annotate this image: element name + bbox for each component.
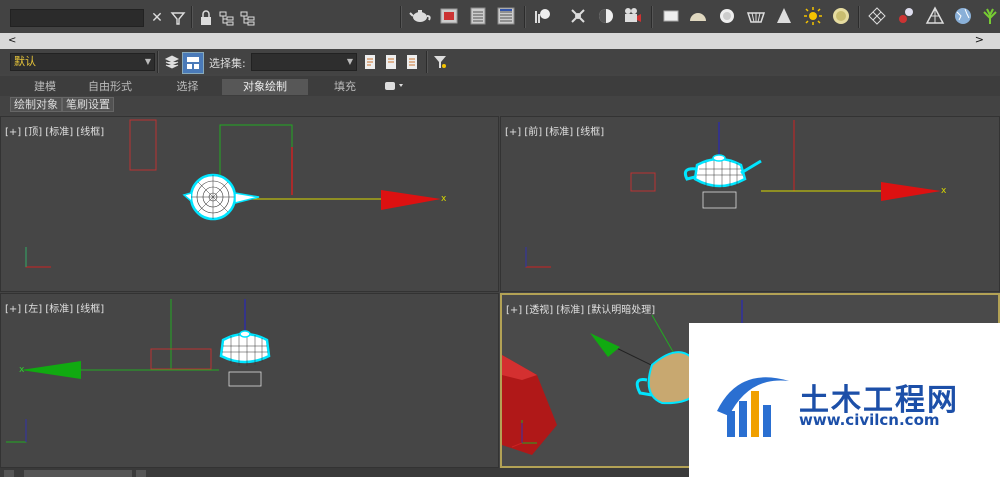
ribbon-options-icon[interactable] xyxy=(380,79,410,95)
viewport-top[interactable]: x [+] [顶] [标准] [线框] xyxy=(0,116,499,292)
tab-freeform[interactable]: 自由形式 xyxy=(80,79,140,95)
basket-icon[interactable] xyxy=(745,6,767,26)
scene-search-input[interactable] xyxy=(10,9,144,27)
layer-manager-icon[interactable] xyxy=(182,52,204,74)
axis-x-label: x xyxy=(441,194,447,204)
sphere-icon[interactable] xyxy=(716,6,738,26)
create-selection-set-icon[interactable] xyxy=(381,52,401,72)
layer-dropdown[interactable]: 默认 ▼ xyxy=(10,53,155,71)
cone-icon[interactable] xyxy=(773,6,795,26)
hierarchy2-icon[interactable] xyxy=(238,8,258,28)
scroll-right-arrow[interactable]: > xyxy=(975,33,984,46)
axis-x-label: x xyxy=(941,186,947,196)
viewport-top-canvas: x xyxy=(25,119,447,268)
toolbar-separator xyxy=(400,6,402,28)
toolbar-separator xyxy=(191,6,193,28)
half-moon-icon[interactable] xyxy=(594,6,616,26)
viewport-left-label[interactable]: [+] [左] [标准] [线框] xyxy=(5,300,104,315)
ribbon-panel-bar: 绘制对象 笔刷设置 xyxy=(0,96,1000,114)
toolbar-separator xyxy=(157,51,159,73)
watermark-logo: 土木工程网 www.civilcn.com xyxy=(689,323,1000,477)
tab-modeling[interactable]: 建模 xyxy=(20,79,70,95)
hierarchy-icon[interactable] xyxy=(217,8,237,28)
panel-brush-settings[interactable]: 笔刷设置 xyxy=(62,97,114,112)
viewport-front-label[interactable]: [+] [前] [标准] [线框] xyxy=(505,123,604,138)
viewport-top-label[interactable]: [+] [顶] [标准] [线框] xyxy=(5,123,104,138)
fx-icon[interactable] xyxy=(567,6,589,26)
layers-icon[interactable] xyxy=(162,52,182,72)
filter-icon[interactable] xyxy=(168,8,188,28)
viewport-left-canvas: x xyxy=(6,299,271,443)
sun-icon[interactable] xyxy=(802,6,824,26)
grid-icon[interactable] xyxy=(866,6,888,26)
render-setup-icon[interactable] xyxy=(467,6,489,26)
panel-paint-objects[interactable]: 绘制对象 xyxy=(10,97,62,112)
toolbar-separator xyxy=(858,6,860,28)
selection-set-dropdown[interactable]: ▼ xyxy=(251,53,357,71)
disk-icon[interactable] xyxy=(830,6,852,26)
globe-icon[interactable] xyxy=(952,6,974,26)
compass-icon[interactable] xyxy=(924,6,946,26)
edit-named-selection-icon[interactable] xyxy=(360,52,380,72)
plane-icon[interactable] xyxy=(660,6,682,26)
layer-toolbar: 默认 ▼ 选择集: ▼ xyxy=(0,50,1000,74)
selection-set-label: 选择集: xyxy=(209,57,246,70)
toolbar-separator xyxy=(426,51,428,73)
navigation-bar: < > xyxy=(0,33,1000,49)
lock-icon[interactable] xyxy=(196,8,216,28)
main-toolbar: ✕ xyxy=(0,0,1000,34)
status-toggle-button[interactable] xyxy=(4,470,14,477)
chevron-down-icon: ▼ xyxy=(346,57,353,66)
teapot-render-icon[interactable] xyxy=(409,6,433,26)
dome-icon[interactable] xyxy=(687,6,709,26)
camera-icon[interactable] xyxy=(622,6,644,26)
watermark-logo-mark xyxy=(717,377,789,437)
watermark-url: www.civilcn.com xyxy=(799,411,940,429)
selection-set-list-icon[interactable] xyxy=(402,52,422,72)
render-frame-icon[interactable] xyxy=(438,6,460,26)
viewport-left[interactable]: x [+] [左] [标准] [线框] xyxy=(0,293,499,468)
tab-selection[interactable]: 选择 xyxy=(165,79,210,95)
molecule-icon[interactable] xyxy=(895,6,917,26)
ribbon-tab-bar: 建模 自由形式 选择 对象绘制 填充 xyxy=(0,76,1000,96)
axis-x-label: x xyxy=(19,365,25,375)
close-icon[interactable]: ✕ xyxy=(147,8,167,28)
render-setup2-icon[interactable] xyxy=(495,6,517,26)
selection-filter-icon[interactable] xyxy=(430,52,450,72)
toolbar-separator xyxy=(524,6,526,28)
scroll-left-arrow[interactable]: < xyxy=(8,35,16,46)
viewport-front-canvas: x xyxy=(525,120,947,268)
chevron-down-icon: ▼ xyxy=(144,57,151,66)
time-slider-next-button[interactable] xyxy=(136,470,146,477)
tab-populate[interactable]: 填充 xyxy=(320,79,370,95)
viewport-front[interactable]: x [+] [前] [标准] [线框] xyxy=(500,116,1000,292)
viewport-perspective-label[interactable]: [+] [透视] [标准] [默认明暗处理] xyxy=(506,301,655,316)
layer-dropdown-value: 默认 xyxy=(14,55,36,68)
plant-icon[interactable] xyxy=(980,6,1000,26)
tab-object-paint[interactable]: 对象绘制 xyxy=(222,79,308,95)
toolbar-separator xyxy=(651,6,653,28)
time-slider[interactable] xyxy=(24,470,132,477)
light-icon[interactable] xyxy=(532,6,554,26)
